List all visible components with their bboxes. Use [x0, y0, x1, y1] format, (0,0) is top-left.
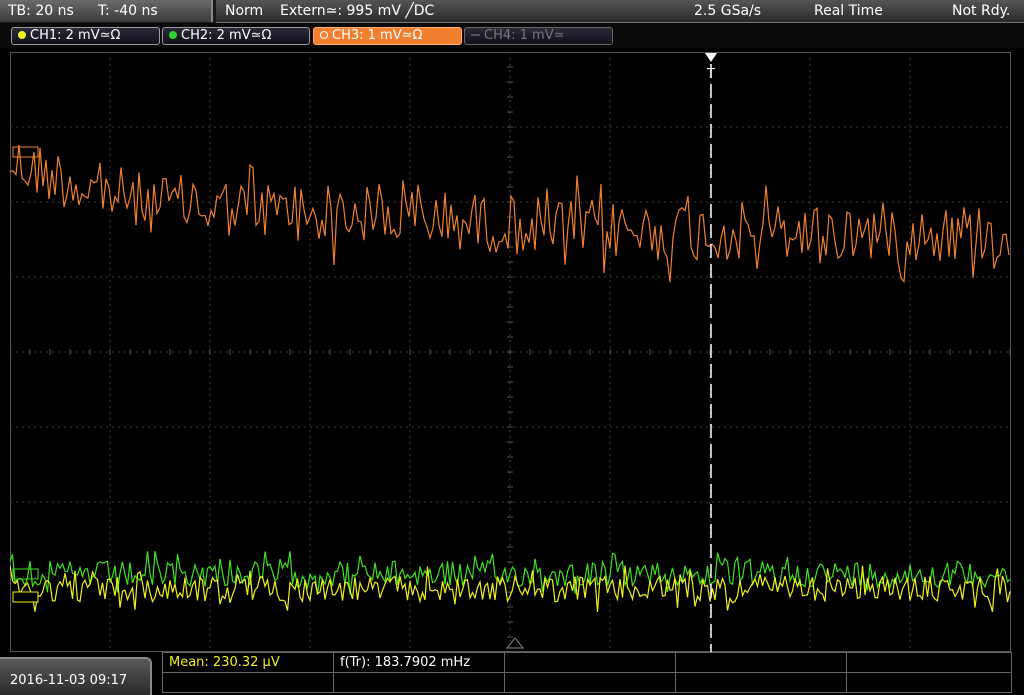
trigger-info-bar[interactable]: Norm Extern≃: 995 mV ╱DC 2.5 GSa/s Real …	[216, 0, 1024, 23]
trigger-status: Not Rdy.	[952, 3, 1011, 19]
tab-ch4[interactable]: CH4: 1 mV≃	[464, 27, 613, 45]
timebase-scale: TB: 20 ns	[8, 3, 74, 19]
waveform-display[interactable]: T	[10, 52, 1011, 652]
measurement-table: Mean: 230.32 µV f(Tr): 183.7902 mHz	[162, 652, 1012, 693]
ch1-dot-icon	[18, 31, 26, 39]
trigger-source: Extern≃: 995 mV ╱DC	[280, 3, 435, 19]
trigger-marker-label: T	[706, 67, 715, 82]
measurement-slot-7[interactable]	[333, 672, 505, 693]
ch3-dot-icon	[320, 31, 328, 39]
timebase-box[interactable]: TB: 20 ns T: -40 ns	[0, 0, 213, 22]
measurement-slot-5[interactable]	[846, 652, 1012, 673]
measurement-panel[interactable]: Mean: 230.32 µV f(Tr): 183.7902 mHz	[162, 652, 1012, 695]
ch2-dot-icon	[169, 31, 177, 39]
sample-rate: 2.5 GSa/s	[694, 3, 762, 19]
ch2-label: CH2: 2 mV≃Ω	[181, 28, 272, 43]
tab-ch1[interactable]: CH1: 2 mV≃Ω	[11, 27, 160, 45]
ch4-label: CH4: 1 mV≃	[484, 28, 565, 43]
tab-ch2[interactable]: CH2: 2 mV≃Ω	[162, 27, 310, 45]
channel-bar: CH1: 2 mV≃Ω CH2: 2 mV≃Ω CH3: 1 mV≃Ω CH4:…	[0, 23, 1024, 48]
measurement-slot-10[interactable]	[846, 672, 1012, 693]
mean-measurement[interactable]: Mean: 230.32 µV	[162, 652, 334, 673]
ch1-level-marker[interactable]	[12, 591, 39, 603]
measurement-slot-3[interactable]	[504, 652, 676, 673]
measurement-slot-4[interactable]	[675, 652, 847, 673]
datetime-box: 2016-11-03 09:17	[0, 657, 152, 695]
acquisition-mode: Real Time	[814, 3, 883, 19]
ch1-label: CH1: 2 mV≃Ω	[30, 28, 121, 43]
measurement-slot-9[interactable]	[675, 672, 847, 693]
trigger-mode: Norm	[225, 3, 264, 19]
top-status-bar: TB: 20 ns T: -40 ns Norm Extern≃: 995 mV…	[0, 0, 1024, 23]
measurement-row: Mean: 230.32 µV f(Tr): 183.7902 mHz	[162, 652, 1012, 673]
tab-ch3[interactable]: CH3: 1 mV≃Ω	[313, 27, 462, 45]
measurement-slot-6[interactable]	[162, 672, 334, 693]
datetime-label: 2016-11-03 09:17	[10, 673, 128, 688]
ch3-label: CH3: 1 mV≃Ω	[332, 28, 423, 43]
trigger-offset: T: -40 ns	[98, 3, 158, 19]
frequency-measurement[interactable]: f(Tr): 183.7902 mHz	[333, 652, 505, 673]
ch4-dash-icon	[471, 34, 480, 36]
measurement-slot-8[interactable]	[504, 672, 676, 693]
measurement-row	[162, 672, 1012, 693]
